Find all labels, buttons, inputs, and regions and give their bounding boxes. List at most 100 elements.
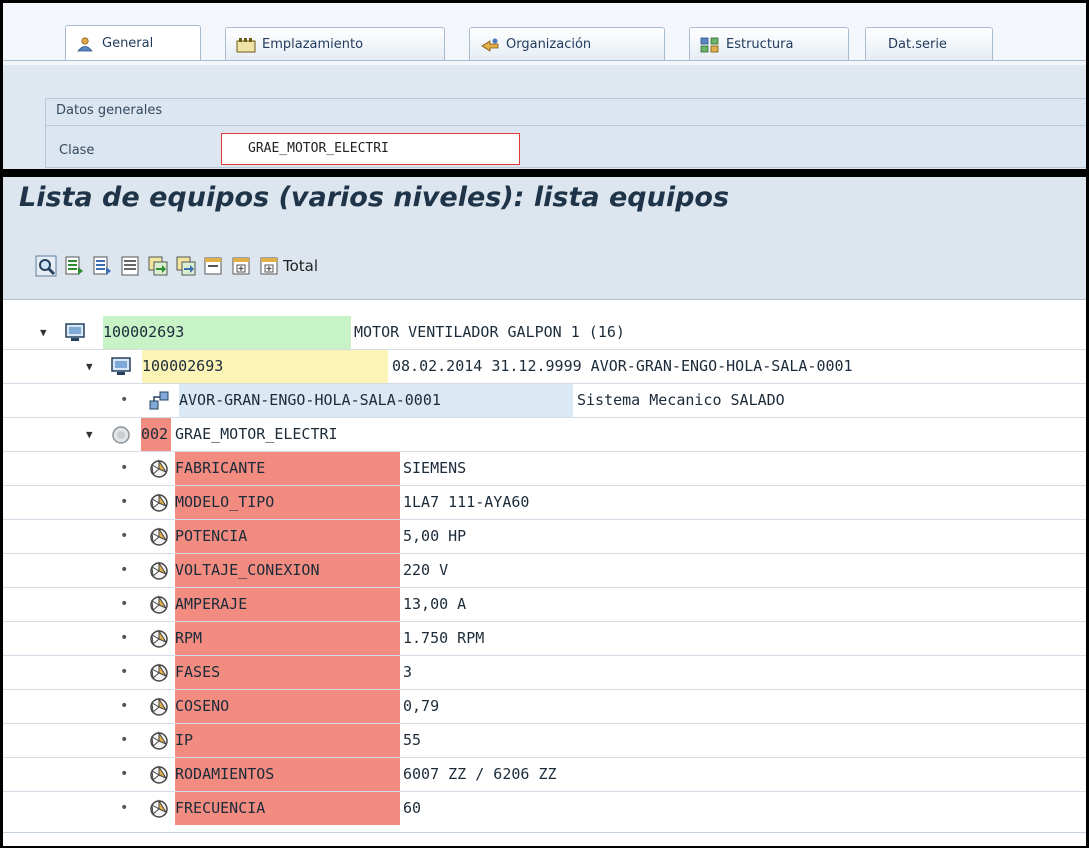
characteristic-row[interactable]: • MODELO_TIPO 1LA7 111-AYA60 bbox=[3, 486, 1086, 520]
functional-location-icon bbox=[149, 391, 169, 410]
characteristic-name: POTENCIA bbox=[175, 520, 400, 553]
characteristic-row[interactable]: • AMPERAJE 13,00 A bbox=[3, 588, 1086, 622]
equipment-sub-id: 100002693 bbox=[142, 350, 388, 383]
tree-row-equipment[interactable]: ▼ 100002693 MOTOR VENTILADOR GALPON 1 (1… bbox=[3, 316, 1086, 350]
characteristic-value: 5,00 HP bbox=[403, 527, 467, 545]
tree-bullet: • bbox=[120, 732, 129, 748]
characteristic-row[interactable]: • FRECUENCIA 60 bbox=[3, 792, 1086, 825]
expand-triangle-icon[interactable]: ▼ bbox=[86, 418, 93, 451]
characteristic-value: 0,79 bbox=[403, 697, 440, 715]
tab-organizacion-label: Organización bbox=[506, 37, 592, 52]
export-yellow-icon[interactable] bbox=[175, 255, 197, 277]
characteristic-name: FRECUENCIA bbox=[175, 792, 400, 825]
characteristic-icon bbox=[150, 799, 168, 818]
tab-dat-serie[interactable]: Dat.serie bbox=[865, 27, 993, 61]
class-code: 002 bbox=[141, 418, 171, 451]
tab-emplazamiento[interactable]: Emplazamiento bbox=[225, 27, 445, 61]
tab-general-label: General bbox=[102, 36, 154, 51]
characteristic-row[interactable]: • FABRICANTE SIEMENS bbox=[3, 452, 1086, 486]
characteristic-icon bbox=[150, 629, 168, 648]
tab-baseline bbox=[3, 60, 1086, 61]
group-separator bbox=[45, 125, 1086, 126]
clase-label: Clase bbox=[59, 143, 95, 158]
equipment-description: MOTOR VENTILADOR GALPON 1 (16) bbox=[354, 323, 625, 341]
characteristic-icon bbox=[150, 561, 168, 580]
expand-total-icon[interactable] bbox=[259, 255, 281, 277]
tree-row-location[interactable]: • AVOR-GRAN-ENGO-HOLA-SALA-0001 Sistema … bbox=[3, 384, 1086, 418]
page-title: Lista de equipos (varios niveles): lista… bbox=[19, 182, 730, 213]
tab-dat-serie-label: Dat.serie bbox=[888, 37, 947, 52]
list-blue-icon[interactable] bbox=[91, 255, 113, 277]
details-icon[interactable] bbox=[119, 255, 141, 277]
characteristic-row[interactable]: • FASES 3 bbox=[3, 656, 1086, 690]
location-icon bbox=[236, 37, 256, 52]
organization-icon bbox=[481, 38, 499, 52]
class-icon bbox=[112, 426, 130, 444]
characteristic-name: FABRICANTE bbox=[175, 452, 400, 485]
tree-row-equipment-sub[interactable]: ▼ 100002693 08.02.2014 31.12.9999 AVOR-G… bbox=[3, 350, 1086, 384]
tab-emplazamiento-label: Emplazamiento bbox=[262, 37, 364, 52]
characteristic-row[interactable]: • POTENCIA 5,00 HP bbox=[3, 520, 1086, 554]
list-bottom-border bbox=[3, 832, 1086, 833]
characteristic-value: 13,00 A bbox=[403, 595, 467, 613]
expand-triangle-icon[interactable]: ▼ bbox=[86, 350, 93, 383]
tree-bullet: • bbox=[120, 664, 129, 680]
characteristic-value: 1LA7 111-AYA60 bbox=[403, 493, 530, 511]
detail-search-icon[interactable] bbox=[35, 255, 57, 277]
characteristic-name: RPM bbox=[175, 622, 400, 655]
characteristic-row[interactable]: • RODAMIENTOS 6007 ZZ / 6206 ZZ bbox=[3, 758, 1086, 792]
tree-row-class[interactable]: ▼ 002 GRAE_MOTOR_ELECTRI bbox=[3, 418, 1086, 452]
tree-bullet: • bbox=[120, 596, 129, 612]
characteristic-value: SIEMENS bbox=[403, 459, 467, 477]
tree-bullet: • bbox=[120, 800, 129, 816]
tab-organizacion[interactable]: Organización bbox=[469, 27, 665, 61]
tree-bullet: • bbox=[120, 528, 129, 544]
clase-field[interactable]: GRAE_MOTOR_ELECTRI bbox=[221, 133, 520, 165]
list-green-icon[interactable] bbox=[63, 255, 85, 277]
characteristic-icon bbox=[150, 493, 168, 512]
characteristic-value: 1.750 RPM bbox=[403, 629, 485, 647]
export-green-icon[interactable] bbox=[147, 255, 169, 277]
report-toolbar: Total bbox=[35, 251, 318, 281]
datos-generales-group bbox=[45, 98, 1086, 168]
characteristic-name: MODELO_TIPO bbox=[175, 486, 400, 519]
person-icon bbox=[77, 36, 93, 51]
tab-estructura[interactable]: Estructura bbox=[689, 27, 849, 61]
collapse-all-icon[interactable] bbox=[203, 255, 225, 277]
tab-estructura-label: Estructura bbox=[726, 37, 794, 52]
window-frame: General Emplazamiento Organización Estru… bbox=[0, 0, 1089, 848]
characteristic-icon bbox=[150, 663, 168, 682]
location-id: AVOR-GRAN-ENGO-HOLA-SALA-0001 bbox=[179, 384, 573, 417]
characteristic-name: FASES bbox=[175, 656, 400, 689]
equipment-sub-description: 08.02.2014 31.12.9999 AVOR-GRAN-ENGO-HOL… bbox=[392, 357, 853, 375]
location-description: Sistema Mecanico SALADO bbox=[577, 391, 785, 409]
tab-general[interactable]: General bbox=[65, 25, 201, 61]
characteristic-row[interactable]: • COSENO 0,79 bbox=[3, 690, 1086, 724]
tree-bullet: • bbox=[120, 460, 129, 476]
equipment-icon bbox=[65, 323, 85, 341]
tree-bullet: • bbox=[120, 698, 129, 714]
tree-bullet: • bbox=[120, 562, 129, 578]
characteristic-row[interactable]: • VOLTAJE_CONEXION 220 V bbox=[3, 554, 1086, 588]
characteristic-row[interactable]: • RPM 1.750 RPM bbox=[3, 622, 1086, 656]
characteristic-icon bbox=[150, 731, 168, 750]
characteristic-icon bbox=[150, 697, 168, 716]
characteristic-icon bbox=[150, 459, 168, 478]
total-button-label[interactable]: Total bbox=[283, 257, 318, 275]
characteristic-value: 60 bbox=[403, 799, 422, 817]
characteristic-row[interactable]: • IP 55 bbox=[3, 724, 1086, 758]
expand-icon[interactable] bbox=[231, 255, 253, 277]
characteristic-value: 220 V bbox=[403, 561, 449, 579]
characteristic-value: 6007 ZZ / 6206 ZZ bbox=[403, 765, 557, 783]
expand-triangle-icon[interactable]: ▼ bbox=[40, 316, 47, 349]
class-name: GRAE_MOTOR_ELECTRI bbox=[175, 425, 338, 443]
characteristic-name: AMPERAJE bbox=[175, 588, 400, 621]
characteristic-name: IP bbox=[175, 724, 400, 757]
characteristic-value: 3 bbox=[403, 663, 413, 681]
tree-bullet: • bbox=[120, 630, 129, 646]
equipment-tabs-panel: General Emplazamiento Organización Estru… bbox=[3, 3, 1086, 169]
datos-generales-title: Datos generales bbox=[56, 103, 163, 118]
structure-icon bbox=[700, 37, 719, 52]
characteristic-name: COSENO bbox=[175, 690, 400, 723]
characteristic-value: 55 bbox=[403, 731, 422, 749]
